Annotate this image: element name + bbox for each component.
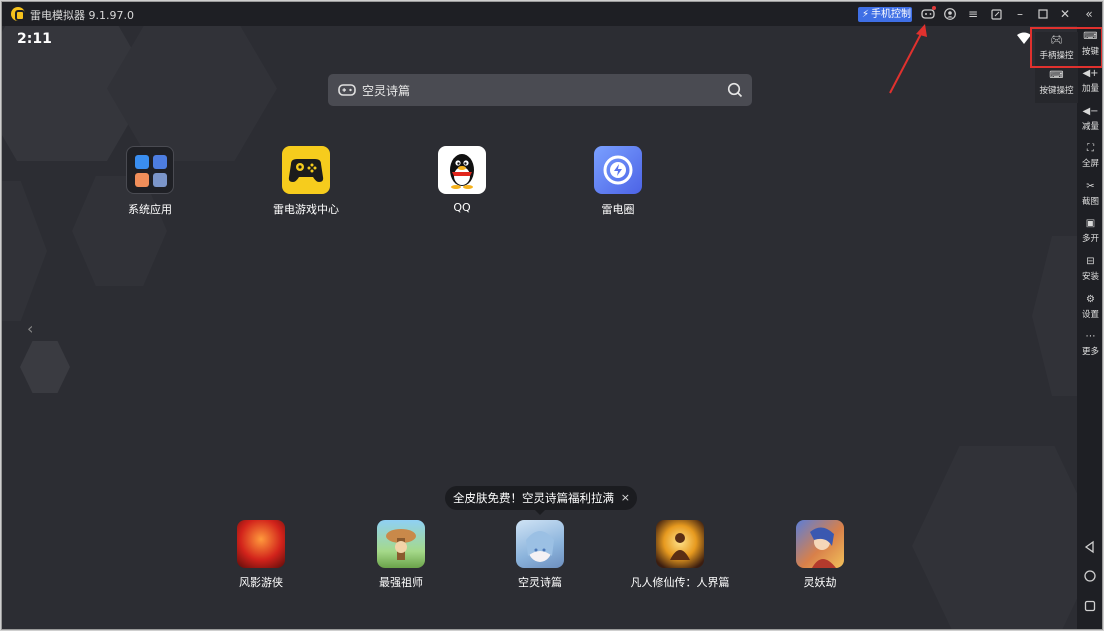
volume-down-icon: ◀− (1082, 106, 1099, 117)
close-icon[interactable]: ✕ (1057, 6, 1073, 22)
background-hexagon (20, 341, 70, 393)
app-label: 空灵诗篇 (518, 576, 562, 589)
wifi-icon (1017, 32, 1031, 44)
keymap-control-option[interactable]: ⌨ 按键操控 (1035, 70, 1078, 96)
search-icon[interactable] (727, 82, 743, 98)
gear-icon: ⚙ (1086, 294, 1095, 305)
recent-apps-icon[interactable] (1083, 599, 1097, 613)
gamepad-icon[interactable] (920, 6, 936, 22)
dock-app-lingyao[interactable]: 灵妖劫 (760, 520, 880, 590)
app-qq[interactable]: QQ (412, 146, 512, 214)
background-hexagon (2, 181, 47, 321)
background-hexagon (107, 26, 277, 161)
game-center-icon (282, 146, 330, 194)
sidebar-item-more[interactable]: ⋯ 更多 (1077, 331, 1102, 357)
sidebar-item-multi-instance[interactable]: ▣ 多开 (1077, 218, 1102, 244)
promo-tooltip[interactable]: 全皮肤免费！空灵诗篇福利拉满 × (445, 486, 637, 515)
ld-circle-icon (594, 146, 642, 194)
gallery-mini-icon (135, 173, 149, 187)
app-label: 雷电游戏中心 (273, 203, 339, 216)
sidebar-item-label: 截图 (1081, 197, 1099, 207)
app-label: 风影游侠 (239, 576, 283, 589)
title-bar: 雷电模拟器 9.1.97.0 ⚡ 手机控制 ≡ – ✕ « (2, 2, 1102, 26)
app-title: 雷电模拟器 9.1.97.0 (30, 9, 134, 22)
sidebar-item-label: 多开 (1081, 234, 1099, 244)
search-text: 空灵诗篇 (362, 84, 411, 98)
qq-penguin-icon (438, 146, 486, 194)
sidebar-item-label: 加量 (1081, 84, 1099, 94)
app-label: QQ (453, 201, 471, 214)
lightning-icon: ⚡ (862, 9, 870, 20)
lingyao-game-icon (796, 520, 844, 568)
dock-app-fengying[interactable]: 风影游侠 (201, 520, 321, 590)
collapse-icon[interactable]: « (1081, 6, 1097, 22)
multi-window-icon: ▣ (1085, 218, 1096, 229)
menu-icon[interactable]: ≡ (965, 6, 981, 22)
android-screen: 2:11 空灵诗篇 系统应用 雷电游戏中心 QQ 雷电圈 ‹ 全皮肤免费！空灵诗… (2, 26, 1077, 629)
sidebar-item-install[interactable]: ⊟ 安装 (1077, 256, 1102, 282)
sidebar-item-label: 全屏 (1081, 159, 1099, 169)
fullscreen-icon: ⛶ (1087, 143, 1094, 154)
scissors-icon: ✂ (1086, 181, 1095, 192)
dock-app-fanren[interactable]: 凡人修仙传：人界篇 (620, 520, 740, 590)
maximize-icon[interactable] (1035, 6, 1051, 22)
app-label: 凡人修仙传：人界篇 (630, 576, 730, 589)
annotation-highlight-box (1030, 27, 1102, 68)
notification-dot (932, 6, 936, 10)
settings-mini-icon (135, 155, 149, 169)
home-icon[interactable] (1083, 569, 1097, 583)
sidebar-item-screenshot[interactable]: ✂ 截图 (1077, 181, 1102, 207)
status-time: 2:11 (17, 31, 52, 47)
user-icon[interactable] (942, 6, 958, 22)
kongling-game-icon (516, 520, 564, 568)
dock-app-zuiqiang[interactable]: 最强祖师 (341, 520, 461, 590)
background-hexagon (912, 446, 1077, 629)
browser-mini-icon (153, 155, 167, 169)
gamepad-icon (338, 84, 356, 96)
annotation-arrow (889, 24, 927, 94)
sidebar-item-settings[interactable]: ⚙ 设置 (1077, 294, 1102, 320)
keyboard-icon: ⌨ (1049, 70, 1064, 81)
fanren-game-icon (656, 520, 704, 568)
app-ld-game-center[interactable]: 雷电游戏中心 (256, 146, 356, 217)
sidebar-item-volume-up[interactable]: ◀+ 加量 (1077, 68, 1102, 94)
sidebar-item-label: 安装 (1081, 272, 1099, 282)
phone-control-button[interactable]: ⚡ 手机控制 (858, 7, 912, 22)
app-label: 雷电圈 (601, 203, 635, 216)
app-system-apps[interactable]: 系统应用 (100, 146, 200, 217)
sidebar-item-volume-down[interactable]: ◀− 减量 (1077, 106, 1102, 132)
fengying-game-icon (237, 520, 285, 568)
sidebar-item-label: 更多 (1081, 347, 1099, 357)
back-icon[interactable] (1083, 540, 1097, 554)
minimize-icon[interactable]: – (1012, 6, 1028, 22)
background-hexagon (1032, 236, 1077, 396)
apk-install-icon: ⊟ (1086, 256, 1095, 267)
system-apps-folder-icon (126, 146, 174, 194)
close-icon[interactable]: × (621, 486, 630, 510)
search-bar[interactable]: 空灵诗篇 (328, 74, 752, 106)
right-sidebar: ⌨ 按键 ◀+ 加量 ◀− 减量 ⛶ 全屏 ✂ 截图 ▣ 多开 ⊟ 安装 ⚙ 设 (1077, 26, 1102, 629)
restore-icon[interactable] (988, 6, 1004, 22)
volume-up-icon: ◀+ (1082, 68, 1099, 79)
option-label: 按键操控 (1039, 86, 1074, 96)
more-icon: ⋯ (1085, 331, 1096, 342)
sidebar-item-fullscreen[interactable]: ⛶ 全屏 (1077, 143, 1102, 169)
sidebar-item-label: 设置 (1081, 310, 1099, 320)
app-label: 灵妖劫 (803, 576, 837, 589)
app-logo-icon (11, 7, 25, 21)
app-label: 系统应用 (128, 203, 172, 216)
emulator-window: 雷电模拟器 9.1.97.0 ⚡ 手机控制 ≡ – ✕ « 2:11 空灵诗篇 … (1, 1, 1103, 630)
dock-app-kongling[interactable]: 空灵诗篇 (480, 520, 600, 590)
sidebar-item-label: 减量 (1081, 122, 1099, 132)
chevron-left-icon[interactable]: ‹ (27, 319, 33, 338)
app-ld-circle[interactable]: 雷电圈 (568, 146, 668, 217)
promo-text: 全皮肤免费！空灵诗篇福利拉满 (453, 491, 614, 505)
phone-control-label: 手机控制 (871, 9, 912, 20)
contacts-mini-icon (153, 173, 167, 187)
zuiqiang-game-icon (377, 520, 425, 568)
app-label: 最强祖师 (379, 576, 423, 589)
